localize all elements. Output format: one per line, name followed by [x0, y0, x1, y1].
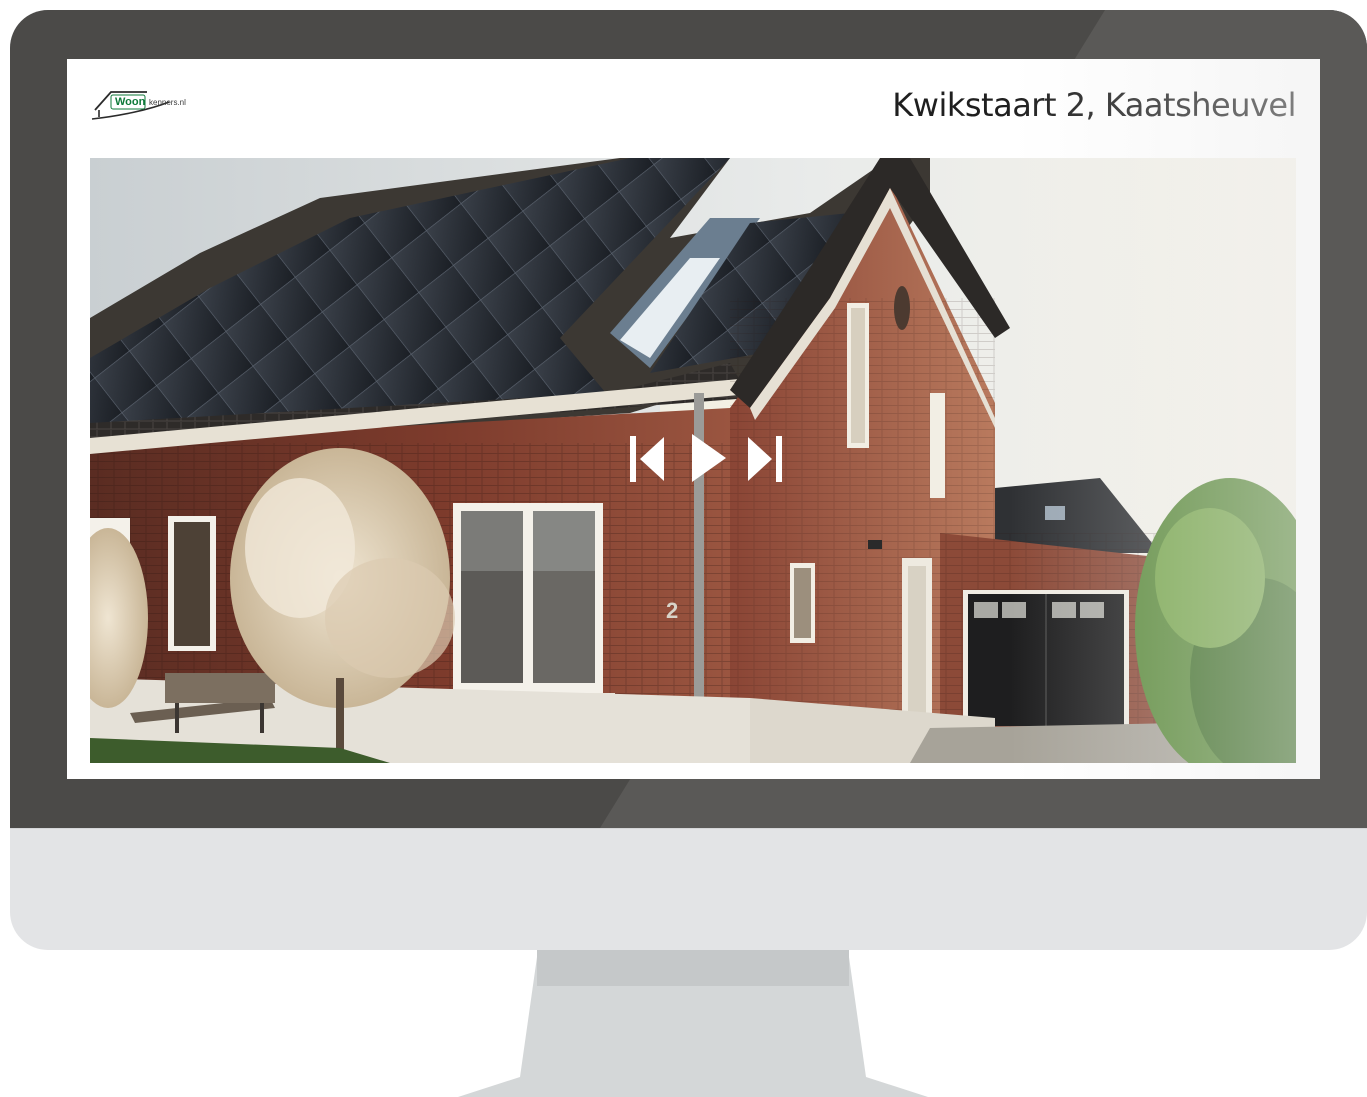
play-icon[interactable] [686, 430, 734, 490]
media-controls [624, 430, 794, 490]
monitor-screen: Woon kenners.nl Kwikstaart 2, Kaatsheuve… [67, 59, 1320, 779]
listing-title: Kwikstaart 2, Kaatsheuvel [892, 86, 1296, 124]
brand-name-primary: Woon [115, 96, 146, 108]
brand-logo[interactable]: Woon kenners.nl [89, 86, 239, 124]
brand-name-secondary: kenners.nl [149, 98, 186, 107]
skip-previous-icon[interactable] [624, 430, 674, 490]
monitor-stand-shadow [537, 950, 849, 986]
house-number-sign: 2 [666, 598, 678, 623]
property-photo: 2 [90, 158, 1296, 763]
monitor-chin-divider [10, 828, 1367, 829]
skip-next-icon[interactable] [742, 430, 792, 490]
